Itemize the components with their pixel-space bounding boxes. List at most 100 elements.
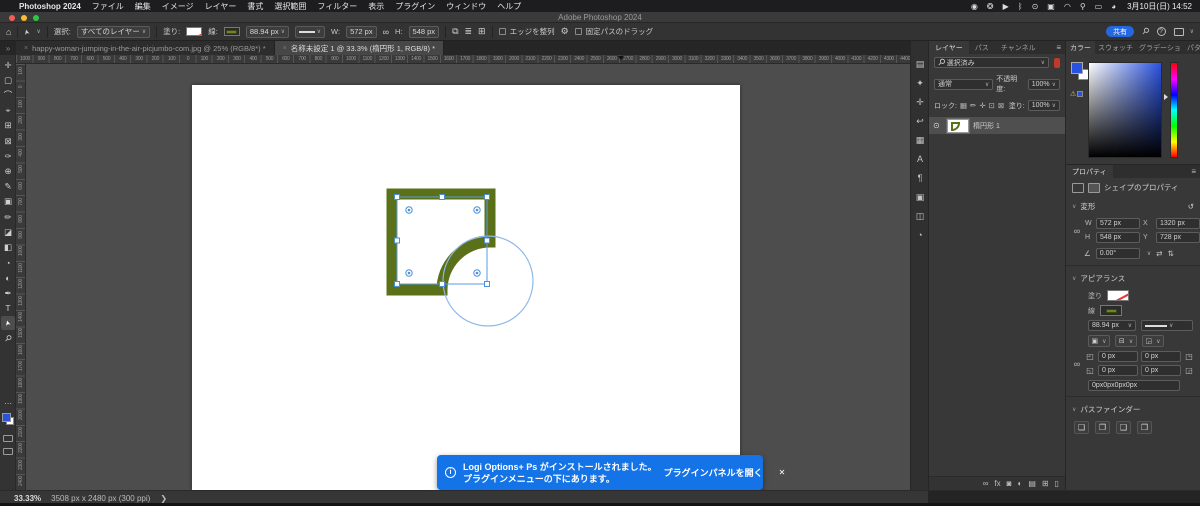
clone-stamp-tool[interactable]: ▣: [1, 195, 15, 209]
tab-layers[interactable]: レイヤー: [929, 41, 969, 54]
help-icon[interactable]: ?: [1156, 27, 1166, 36]
menu-item-help[interactable]: ヘルプ: [497, 1, 521, 12]
link-dimensions-icon[interactable]: ∞: [1072, 226, 1082, 236]
radius-bottom-left-input[interactable]: 0 px: [1098, 365, 1138, 376]
menu-item-edit[interactable]: 編集: [135, 1, 151, 12]
tab-patterns[interactable]: パターン: [1184, 41, 1200, 54]
lock-icon[interactable]: ⊡: [989, 101, 995, 110]
path-arrangement-icon[interactable]: ⊞: [478, 26, 486, 37]
tab-color[interactable]: カラー: [1066, 41, 1095, 54]
tab-paths[interactable]: パス: [969, 41, 995, 54]
stroke-cap-icon[interactable]: ⊟ ∨: [1115, 335, 1137, 347]
gear-icon[interactable]: ⚙: [561, 26, 569, 37]
foreground-background-colors[interactable]: [2, 413, 15, 426]
radius-bottom-right-input[interactable]: 0 px: [1141, 365, 1181, 376]
document-tab-active[interactable]: × 名称未設定 1 @ 33.3% (楕円形 1, RGB/8) *: [274, 41, 445, 55]
opacity-dropdown[interactable]: 100% ∨: [1027, 78, 1060, 90]
path-selection-tool[interactable]: ➤: [1, 316, 15, 331]
height-input[interactable]: 548 px: [1096, 232, 1140, 243]
layer-row-selected[interactable]: ⊙ 楕円形 1: [929, 117, 1065, 134]
character-dock-icon[interactable]: A: [911, 154, 929, 164]
lock-icon[interactable]: ▦: [960, 101, 967, 110]
lock-icon[interactable]: ✛: [979, 101, 985, 110]
fill-opacity-dropdown[interactable]: 100% ∨: [1027, 100, 1060, 111]
libraries-dock-icon[interactable]: ▦: [911, 135, 929, 146]
home-icon[interactable]: ⌂: [6, 27, 11, 37]
foreground-color-swatch[interactable]: [2, 413, 11, 422]
hue-slider[interactable]: [1170, 62, 1178, 158]
menu-item-plugins[interactable]: プラグイン: [395, 1, 435, 12]
zoom-level-field[interactable]: 33.33%: [14, 494, 41, 503]
lock-icon[interactable]: ✏: [970, 101, 976, 110]
fill-color-swatch[interactable]: [1107, 290, 1129, 301]
menubar-status-icon[interactable]: ᛒ: [1018, 2, 1023, 11]
document-tab-inactive[interactable]: × happy-woman-jumping-in-the-air-picjumb…: [16, 41, 275, 55]
flip-horizontal-icon[interactable]: ⇄: [1156, 249, 1162, 258]
path-operations-icon[interactable]: ⧉: [452, 26, 458, 37]
intersect-shapes-icon[interactable]: ❑: [1116, 421, 1131, 434]
menubar-status-icon[interactable]: ▶: [1003, 2, 1009, 11]
menubar-status-icon[interactable]: ▭: [1095, 2, 1103, 11]
reset-transform-icon[interactable]: ↺: [1188, 202, 1194, 211]
y-input[interactable]: 728 px: [1156, 232, 1200, 243]
radius-top-right-input[interactable]: 0 px: [1141, 351, 1181, 362]
share-button[interactable]: 共有: [1106, 26, 1134, 37]
link-corner-radii-icon[interactable]: ∞: [1072, 359, 1082, 369]
layer-visibility-icon[interactable]: ⊙: [933, 121, 943, 130]
lasso-tool[interactable]: ⌒: [1, 88, 15, 102]
current-tool-button[interactable]: ➤ ∨: [24, 28, 41, 36]
open-plugin-panel-button[interactable]: プラグインパネルを開く: [664, 466, 763, 479]
history-dock-icon[interactable]: ↩: [911, 116, 929, 127]
exclude-shapes-icon[interactable]: ❒: [1137, 421, 1152, 434]
stroke-type-dropdown[interactable]: ∨: [295, 25, 326, 38]
close-icon[interactable]: ×: [283, 45, 287, 52]
panel-menu-icon[interactable]: ≡: [1052, 41, 1065, 54]
menubar-status-icon[interactable]: ◠: [1064, 2, 1071, 11]
menubar-clock[interactable]: 3月10日(日) 14:52: [1127, 1, 1192, 12]
link-layers-icon[interactable]: ∞: [983, 479, 989, 489]
tab-swatches[interactable]: スウォッチ: [1095, 41, 1136, 54]
menu-item-layer[interactable]: レイヤー: [205, 1, 237, 12]
pen-tool[interactable]: ✒: [1, 286, 15, 300]
hue-slider-marker[interactable]: [1164, 94, 1168, 100]
brush-settings-dock-icon[interactable]: ✦: [911, 78, 929, 89]
stroke-type-dropdown[interactable]: ∨: [1141, 320, 1193, 331]
crop-tool[interactable]: ⊞: [1, 119, 15, 133]
healing-brush-tool[interactable]: ⊕: [1, 164, 15, 178]
adjustments-dock-icon[interactable]: ✛: [911, 97, 929, 108]
clone-source-dock-icon[interactable]: ▣: [911, 192, 929, 203]
adjustment-layer-icon[interactable]: ◐: [1017, 479, 1022, 489]
search-icon[interactable]: ⚲: [1139, 25, 1152, 37]
flip-vertical-icon[interactable]: ⇅: [1167, 249, 1173, 258]
fill-color-swatch[interactable]: [186, 27, 203, 36]
pathfinder-section-header[interactable]: ∨ パスファインダー: [1066, 400, 1200, 419]
paragraph-dock-icon[interactable]: ¶: [911, 173, 929, 183]
info-dock-icon[interactable]: ◫: [911, 211, 929, 222]
width-input[interactable]: 572 px: [1096, 218, 1140, 229]
navigator-dock-icon[interactable]: ◔: [911, 230, 929, 240]
stroke-width-dropdown[interactable]: 88.94 px ∨: [1088, 320, 1136, 331]
layer-filter-toggle[interactable]: [1054, 57, 1060, 68]
menu-item-filter[interactable]: フィルター: [317, 1, 357, 12]
layer-thumbnail[interactable]: [946, 117, 970, 134]
foreground-color-swatch[interactable]: [1071, 62, 1083, 74]
constrain-path-drag-checkbox[interactable]: 固定パスのドラッグ: [574, 26, 653, 37]
new-group-icon[interactable]: ▤: [1028, 479, 1036, 489]
path-alignment-icon[interactable]: ≣: [465, 26, 473, 37]
align-edges-checkbox[interactable]: エッジを整列: [498, 26, 555, 37]
layer-filter-dropdown[interactable]: ⚲ 選択済み ∨: [934, 56, 1049, 68]
stroke-corner-icon[interactable]: ◲ ∨: [1142, 335, 1164, 347]
swatches-dock-icon[interactable]: ▤: [911, 59, 929, 70]
history-brush-tool[interactable]: ✏: [1, 210, 15, 224]
type-tool[interactable]: T: [1, 301, 15, 315]
frame-tool[interactable]: ⊠: [1, 134, 15, 148]
tab-properties[interactable]: プロパティ: [1066, 165, 1113, 178]
quick-mask-icon[interactable]: [3, 435, 13, 442]
radius-top-left-input[interactable]: 0 px: [1098, 351, 1138, 362]
shape-height-input[interactable]: 548 px: [408, 25, 440, 38]
tab-gradients[interactable]: グラデーショ: [1136, 41, 1184, 54]
stroke-align-icon[interactable]: ▣ ∨: [1088, 335, 1110, 347]
marquee-tool[interactable]: ▢: [1, 73, 15, 87]
new-layer-icon[interactable]: ⊞: [1042, 479, 1049, 489]
blur-tool[interactable]: ◔: [1, 256, 15, 270]
